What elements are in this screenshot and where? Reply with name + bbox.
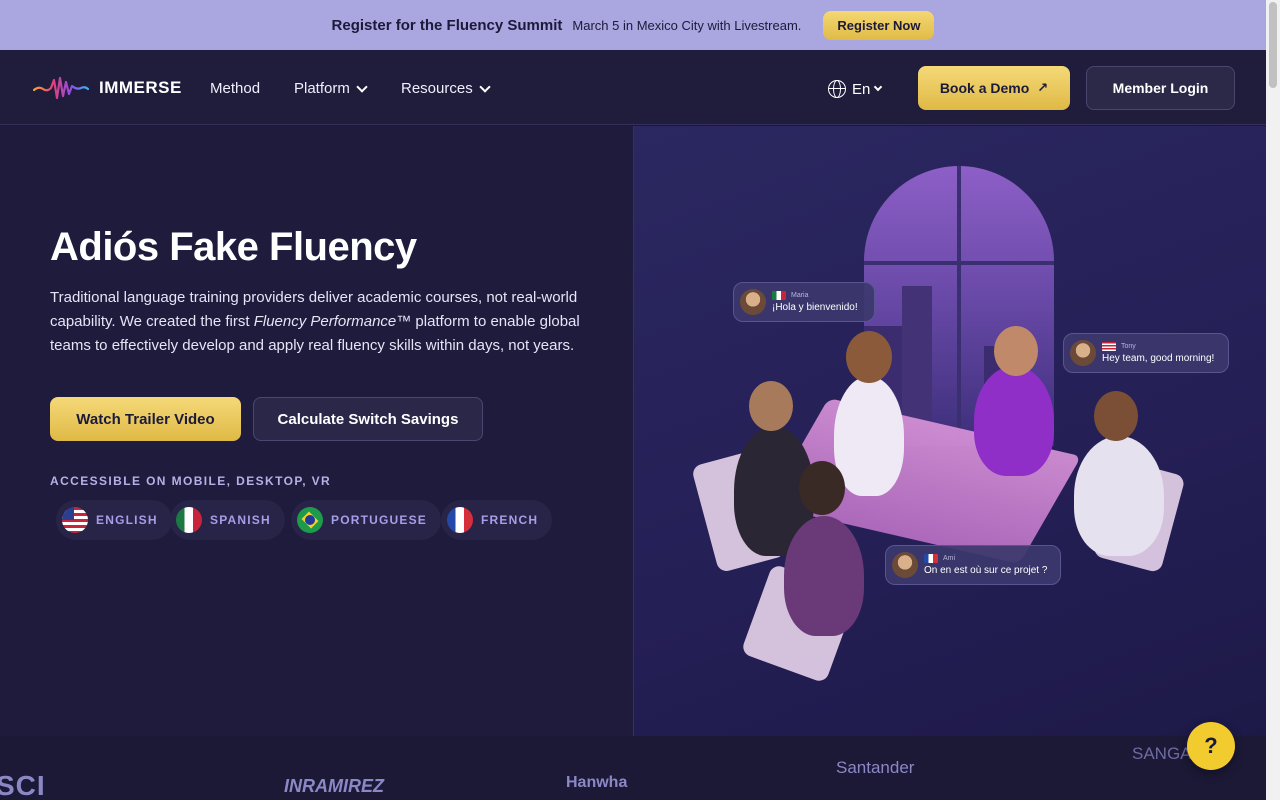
- chat-bubble: Maria ¡Hola y bienvenido!: [733, 282, 875, 322]
- scrollbar-thumb[interactable]: [1269, 2, 1277, 88]
- register-now-button[interactable]: Register Now: [823, 10, 935, 40]
- chat-bubble-name: Tony: [1102, 342, 1214, 351]
- avatar: [892, 552, 918, 578]
- france-flag-icon: [447, 507, 473, 533]
- language-chip-portuguese: PORTUGUESE: [291, 500, 442, 540]
- chat-sender-name: Maria: [791, 292, 809, 299]
- client-logo: SCI: [0, 770, 46, 800]
- chat-bubble-body: Tony Hey team, good morning!: [1102, 342, 1214, 364]
- hero-description: Traditional language training providers …: [50, 286, 610, 358]
- avatar-figure: [974, 366, 1054, 476]
- main-nav: IMMERSE Method Platform Resources En Boo…: [0, 50, 1266, 125]
- language-chip-label: ENGLISH: [96, 513, 158, 527]
- avatar: [740, 289, 766, 315]
- brazil-flag-icon: [297, 507, 323, 533]
- language-chip-french: FRENCH: [441, 500, 553, 540]
- page-scrollbar[interactable]: [1266, 0, 1280, 800]
- client-logo: Santander: [836, 758, 915, 777]
- window-frame: [957, 166, 961, 446]
- book-demo-label: Book a Demo: [939, 80, 1030, 96]
- hero-illustration: [634, 126, 1266, 736]
- chevron-down-icon: [479, 80, 491, 93]
- avatar-head: [749, 381, 793, 431]
- book-demo-button[interactable]: Book a Demo ↗: [918, 66, 1070, 110]
- mexico-flag-icon: [772, 291, 786, 300]
- avatar-head: [994, 326, 1038, 376]
- avatar-head: [1094, 391, 1138, 441]
- language-chip-spanish: SPANISH: [170, 500, 285, 540]
- mexico-flag-icon: [176, 507, 202, 533]
- calculate-savings-button[interactable]: Calculate Switch Savings: [253, 397, 483, 441]
- member-login-button[interactable]: Member Login: [1086, 66, 1235, 110]
- immerse-logo[interactable]: IMMERSE: [33, 74, 182, 102]
- nav-platform-label: Platform: [294, 80, 350, 97]
- chat-bubble-body: Maria ¡Hola y bienvenido!: [772, 291, 858, 313]
- hero-title: Adiós Fake Fluency: [50, 225, 417, 269]
- avatar-figure: [834, 376, 904, 496]
- france-flag-icon: [924, 554, 938, 563]
- watch-trailer-button[interactable]: Watch Trailer Video: [50, 397, 241, 441]
- hero-desc-emphasis: Fluency Performance™: [253, 313, 412, 330]
- language-chip-english: ENGLISH: [56, 500, 172, 540]
- language-label: En: [852, 80, 871, 98]
- client-logo: INRAMIREZ: [284, 776, 384, 796]
- client-logos-strip: SCI INRAMIREZ Hanwha Santander SANGA: [0, 736, 1266, 800]
- avatar-head: [846, 331, 892, 383]
- chat-bubble-name: Ami: [924, 554, 1047, 563]
- chat-bubble-name: Maria: [772, 291, 858, 300]
- chat-bubble-body: Ami On en est où sur ce projet ?: [924, 554, 1047, 576]
- avatar-figure: [784, 516, 864, 636]
- nav-resources-label: Resources: [401, 80, 473, 97]
- language-selector[interactable]: En: [828, 80, 883, 98]
- avatar-figure: [1074, 436, 1164, 556]
- nav-resources-dropdown[interactable]: Resources: [401, 80, 491, 97]
- us-flag-icon: [1102, 342, 1116, 351]
- soundwave-logo-icon: [33, 76, 89, 100]
- chat-sender-name: Ami: [943, 555, 956, 562]
- banner-subtitle: March 5 in Mexico City with Livestream.: [572, 17, 802, 33]
- language-chip-label: PORTUGUESE: [331, 513, 428, 527]
- chevron-down-icon: [874, 82, 883, 92]
- nav-method-label: Method: [210, 80, 261, 97]
- chat-bubble: Ami On en est où sur ce projet ?: [885, 545, 1061, 585]
- chat-message: ¡Hola y bienvenido!: [772, 302, 858, 313]
- language-chip-label: FRENCH: [481, 513, 539, 527]
- client-logo: Hanwha: [566, 774, 628, 791]
- us-flag-icon: [62, 507, 88, 533]
- avatar-head: [799, 461, 845, 515]
- announcement-banner: Register for the Fluency Summit March 5 …: [0, 0, 1266, 50]
- accessible-platforms-label: ACCESSIBLE ON MOBILE, DESKTOP, VR: [50, 474, 332, 488]
- logo-wordmark: IMMERSE: [99, 78, 182, 97]
- arrow-up-right-icon: ↗: [1037, 80, 1049, 95]
- chat-bubble: Tony Hey team, good morning!: [1063, 333, 1229, 373]
- globe-icon: [828, 80, 846, 98]
- chevron-down-icon: [356, 80, 368, 93]
- chat-message: On en est où sur ce projet ?: [924, 565, 1048, 576]
- avatar: [1070, 340, 1096, 366]
- help-button[interactable]: ?: [1187, 722, 1235, 770]
- nav-platform-dropdown[interactable]: Platform: [294, 80, 368, 97]
- language-chip-label: SPANISH: [210, 513, 271, 527]
- nav-method[interactable]: Method: [210, 80, 260, 97]
- banner-title: Register for the Fluency Summit: [331, 16, 563, 34]
- client-logo: SANGA: [1132, 744, 1192, 763]
- window-frame: [864, 261, 1054, 265]
- chat-sender-name: Tony: [1121, 343, 1136, 350]
- chat-message: Hey team, good morning!: [1102, 353, 1215, 364]
